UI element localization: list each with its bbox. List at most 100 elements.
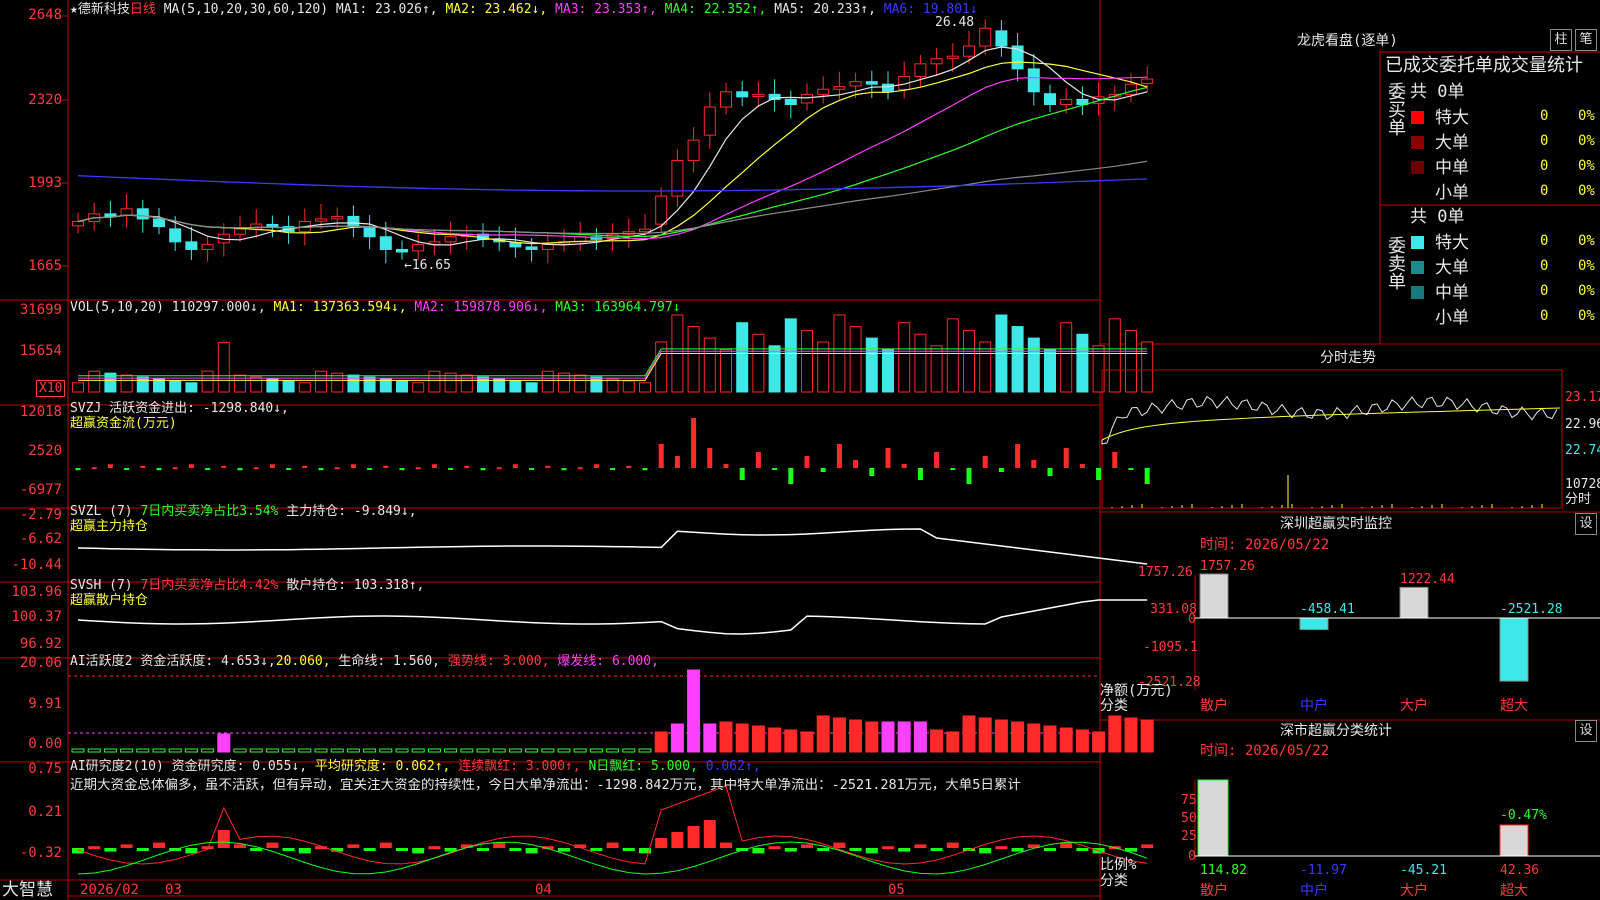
ma60-line (77, 160, 1148, 235)
volume-bar (720, 349, 732, 393)
ai-research-title[interactable]: AI研究度2(10) (70, 759, 164, 774)
sz-monitor-cat: 散户 (1200, 698, 1228, 714)
buy-row-percent: 0% (1578, 183, 1595, 199)
ai-research-bar (250, 848, 263, 851)
svzj-bar (529, 468, 535, 470)
sell-row-swatch (1411, 286, 1424, 299)
svzl-title[interactable]: SVZL (7) (70, 504, 133, 519)
ai-active-bar (832, 717, 846, 753)
lhb-header: 已成交委托单成交量统计 (1385, 55, 1583, 76)
sz-class-settings-button[interactable]: 设 (1575, 720, 1597, 742)
buy-row-label: 小单 (1435, 183, 1469, 203)
sz-monitor-cat: 中户 (1300, 698, 1328, 714)
svzj-bar (399, 468, 405, 471)
ai-research-bar (1060, 842, 1073, 848)
volume-bar (801, 329, 813, 393)
ma120-line (77, 175, 1148, 192)
candle-body (833, 86, 846, 90)
candle-body (979, 27, 992, 47)
volume-bar (963, 329, 975, 393)
brand-logo[interactable]: 大智慧 (2, 880, 53, 900)
sz-monitor-settings-button[interactable]: 设 (1575, 513, 1597, 535)
ai-research-bar (817, 848, 830, 851)
ai-research-bar (347, 844, 360, 848)
period-label[interactable]: 日线 (130, 2, 156, 17)
svzj-bar (269, 464, 275, 468)
ai-active-bar (606, 748, 620, 753)
ai-active-e: 爆发线: 6.000, (557, 654, 659, 669)
high-price-label: 26.48 (935, 15, 975, 30)
svzj-bar (464, 465, 470, 468)
svzj-bar (1031, 460, 1037, 468)
ai-research-bar (525, 848, 538, 854)
ai-active-layer (68, 669, 1154, 753)
ai-research-bar (1141, 844, 1154, 848)
svzj-bar (1144, 468, 1150, 484)
sell-side-label: 委卖单 (1385, 236, 1406, 290)
ai-active-title[interactable]: AI活跃度2 (70, 654, 132, 669)
favorite-star-icon[interactable]: ★ (70, 2, 78, 17)
ai-research-e: 0.062↑, (705, 759, 761, 774)
candle-body (72, 220, 84, 227)
vol-title[interactable]: VOL(5,10,20) (70, 300, 164, 315)
volume-bar (622, 380, 635, 393)
intraday-axis-3: 22.74 (1565, 443, 1600, 458)
svzj-bar (480, 468, 486, 471)
ai-active-bar (1140, 719, 1154, 753)
ai-active-bar (411, 748, 425, 753)
candle-body (331, 215, 344, 220)
buy-row-swatch (1411, 136, 1424, 149)
svzl-axis-3: -10.44 (11, 557, 62, 573)
volume-bar (930, 345, 943, 393)
svzl-layer (77, 528, 1148, 565)
sz-monitor-time: 时间: 2026/05/22 (1200, 537, 1330, 553)
buy-row-label: 中单 (1435, 158, 1469, 178)
svzj-bar (577, 467, 583, 470)
volume-bar (477, 376, 489, 393)
sz-monitor-axis-3: 0 (1188, 612, 1196, 627)
volume-bar (882, 349, 894, 393)
svzj-bar (448, 468, 454, 470)
svsh-line (77, 599, 1148, 635)
lhb-title: 龙虎看盘(逐单) (1297, 33, 1398, 49)
kline-header: ★德新科技日线 MA(5,10,20,30,60,120) MA1: 23.02… (70, 2, 978, 17)
svzj-title[interactable]: SVZJ (70, 401, 101, 416)
ai-research-bar (136, 848, 149, 851)
sz-class-xlabel: 分类 (1100, 873, 1128, 889)
svzj-bar (723, 464, 729, 468)
ma-lines (77, 46, 1148, 246)
svzj-bar (917, 468, 923, 480)
stock-name[interactable]: 德新科技 (78, 2, 130, 17)
volume-bar (298, 382, 311, 393)
sell-row-percent: 0% (1578, 308, 1595, 324)
sz-monitor-bar (1399, 586, 1429, 619)
svzl-line (77, 528, 1148, 565)
vol-unit-badge[interactable]: X10 (36, 380, 66, 397)
ai-research-bar (914, 844, 927, 848)
sz-class-axis-3: 25 (1181, 829, 1197, 844)
ai-research-bar (1076, 848, 1089, 851)
intraday-avg-line (1101, 407, 1561, 441)
low-price-label: ←16.65 (404, 258, 451, 273)
ai-active-bar (379, 748, 393, 753)
candle-body (1141, 78, 1154, 84)
svzj-bar (415, 467, 421, 470)
ai-research-axis-2: 0.21 (28, 804, 62, 820)
svzj-bar (1079, 464, 1085, 468)
buy-row-value: 0 (1540, 183, 1549, 199)
bar-mode-button[interactable]: 柱 (1550, 29, 1572, 51)
volume-bar (1011, 326, 1024, 393)
svzj-bar (836, 444, 842, 468)
vol-value: 110297.000↓, (171, 300, 266, 315)
tick-mode-button[interactable]: 笔 (1575, 29, 1597, 51)
svzj-bar (610, 468, 616, 470)
svsh-title[interactable]: SVSH (7) (70, 578, 133, 593)
buy-row-value: 0 (1540, 158, 1549, 174)
volume-bar (784, 318, 797, 393)
svsh-axis-1: 103.96 (11, 584, 62, 600)
ai-research-header: AI研究度2(10) 资金研究度: 0.055↓, 平均研究度: 0.062↑,… (70, 759, 761, 774)
ai-active-bar (525, 748, 539, 753)
svzl-header: SVZL (7) 7日内买卖净占比3.54% 主力持仓: -9.849↓, (70, 504, 417, 519)
volume-bar (541, 370, 554, 393)
date-label-2: 03 (165, 882, 182, 898)
